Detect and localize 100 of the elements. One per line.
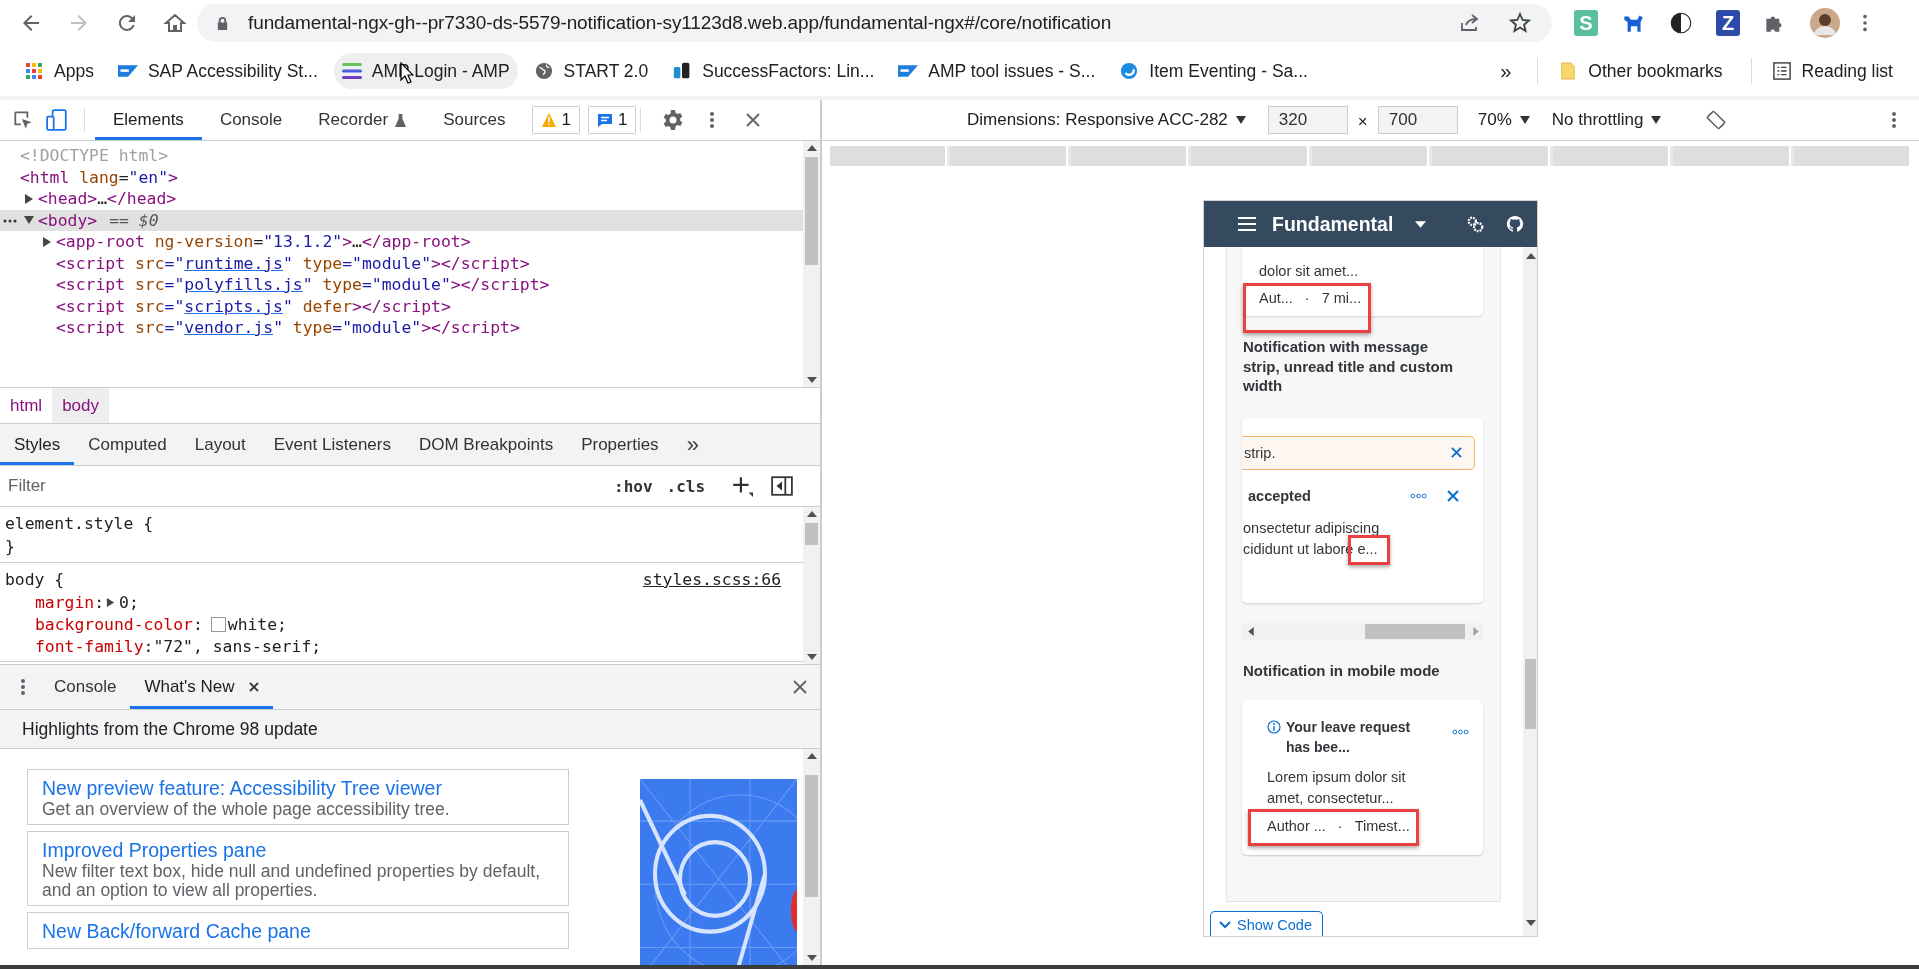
other-bookmarks-folder[interactable]: Other bookmarks [1550, 53, 1731, 89]
devtools-tab[interactable]: Recorder [300, 100, 426, 140]
show-code-button[interactable]: Show Code [1210, 911, 1323, 936]
scroll-up-icon[interactable] [806, 753, 817, 759]
more-options-icon[interactable] [709, 110, 716, 130]
sidebar-tab[interactable]: Properties [567, 424, 673, 465]
devtools-tab[interactable]: Console [201, 100, 301, 140]
more-options-icon[interactable] [20, 677, 26, 697]
close-icon[interactable] [792, 679, 808, 695]
expand-arrow-icon[interactable] [42, 236, 52, 247]
dom-row[interactable]: <script src="scripts.js" defer></script> [0, 295, 803, 317]
devtools-tab[interactable]: Elements [95, 100, 202, 140]
extension-button[interactable]: Z [1716, 10, 1740, 36]
scroll-up-icon[interactable] [806, 511, 817, 517]
more-options-icon[interactable] [1891, 110, 1897, 130]
zoom-dropdown[interactable]: 70% [1477, 110, 1530, 130]
dom-row[interactable]: <script src="vendor.js" type="module"></script> [0, 317, 803, 338]
app-title[interactable]: Fundamental [1272, 212, 1394, 236]
bookmarks-overflow-button[interactable]: » [1500, 59, 1512, 83]
close-icon[interactable] [248, 682, 259, 692]
scroll-left-icon[interactable] [1248, 626, 1254, 636]
bookmark-label[interactable]: SAP Accessibility St... [147, 60, 318, 82]
expand-arrow-icon[interactable] [24, 193, 34, 204]
bookmark-label[interactable]: START 2.0 [563, 60, 649, 82]
devtools-tab[interactable]: Sources [425, 100, 524, 140]
menu-icon[interactable] [1862, 12, 1868, 34]
feature-card[interactable]: Improved Properties pane New filter text box, hide null and undefined properties by default, and an option to view all properties. [27, 831, 569, 906]
scrollbar[interactable] [1523, 247, 1537, 936]
scrollbar[interactable] [803, 749, 820, 965]
more-icon[interactable] [1452, 729, 1469, 735]
feature-card[interactable]: New Back/forward Cache pane [27, 912, 569, 949]
bookmark[interactable]: Apps [16, 53, 102, 89]
expand-arrow-icon[interactable] [24, 215, 34, 225]
dom-row[interactable]: <html lang="en"> [0, 166, 803, 188]
bookmark-label[interactable]: Item Eventing - Sa... [1149, 60, 1308, 82]
toggle-button[interactable]: .cls [666, 476, 706, 496]
file-link[interactable]: scripts.js [184, 296, 283, 316]
dom-row[interactable]: <script src="runtime.js" type="module"></script> [0, 252, 803, 274]
scroll-down-icon[interactable] [806, 955, 817, 961]
scroll-down-icon[interactable] [806, 377, 817, 383]
contrast-icon[interactable] [1668, 10, 1694, 36]
star-icon[interactable] [1508, 11, 1532, 35]
messages-badge[interactable]: 1 [588, 106, 637, 134]
toggle-button[interactable]: :hov [614, 476, 653, 496]
dom-row[interactable]: <app-root ng-version="13.1.2">…</app-root> [0, 231, 803, 252]
width-field[interactable]: 320 [1267, 106, 1348, 134]
file-link[interactable]: runtime.js [184, 253, 283, 273]
dimensions-dropdown[interactable]: Dimensions: Responsive ACC-282 [967, 110, 1246, 130]
bookmark-label[interactable]: Apps [54, 60, 94, 82]
drawer-tab[interactable]: Console [40, 665, 131, 709]
close-icon[interactable] [745, 112, 762, 128]
reading-list-button[interactable]: Reading list [1763, 53, 1901, 89]
file-link[interactable]: polyfills.js [184, 275, 303, 294]
more-tabs-button[interactable]: » [686, 431, 699, 458]
scrollbar-thumb[interactable] [805, 523, 818, 545]
color-swatch[interactable] [210, 616, 226, 632]
avatar-icon[interactable] [1810, 8, 1840, 38]
settings-icon[interactable] [1466, 215, 1484, 233]
feature-card[interactable]: New preview feature: Accessibility Tree viewer Get an overview of the whole page accessibility tree. [27, 769, 569, 825]
sidebar-tab[interactable]: DOM Breakpoints [404, 424, 568, 465]
dom-row[interactable]: <script src="polyfills.js" type="module"></script> [0, 274, 803, 295]
feature-link[interactable]: Improved Properties pane [42, 838, 554, 862]
address-bar[interactable]: fundamental-ngx-gh--pr7330-ds-5579-notification-sy1123d8.web.app/fundamental-ngx#/core/notification [197, 4, 1552, 42]
scroll-up-icon[interactable] [1525, 253, 1536, 259]
scroll-up-icon[interactable] [806, 145, 817, 151]
scrollbar[interactable] [803, 507, 820, 664]
sidebar-tab[interactable]: Layout [180, 424, 260, 465]
bookmark-label[interactable]: Reading list [1801, 60, 1893, 82]
throttling-dropdown[interactable]: No throttling [1551, 110, 1662, 130]
height-field[interactable]: 700 [1377, 106, 1458, 134]
scrollbar-thumb[interactable] [1365, 623, 1465, 639]
breadcrumb[interactable]: html [0, 388, 53, 423]
bookmark-label[interactable]: SuccessFactors: Lin... [702, 60, 875, 82]
inspect-element-icon[interactable] [12, 109, 34, 131]
sidebar-tab[interactable]: Event Listeners [259, 424, 405, 465]
scrollbar[interactable] [803, 141, 820, 387]
scroll-down-icon[interactable] [806, 654, 817, 660]
rotate-icon[interactable] [1705, 109, 1728, 131]
expand-arrow-icon[interactable] [106, 597, 116, 607]
warnings-badge[interactable]: 1 [531, 106, 580, 134]
file-link[interactable]: vendor.js [184, 318, 274, 337]
device-toggle-icon[interactable] [46, 109, 68, 131]
breadcrumb[interactable]: body [52, 388, 109, 423]
github-icon[interactable] [1506, 215, 1524, 233]
feature-link[interactable]: New Back/forward Cache pane [42, 919, 554, 943]
scrollbar-thumb[interactable] [1525, 659, 1536, 729]
bookmark-label[interactable]: AMP tool issues - S... [928, 60, 1096, 82]
dom-row[interactable]: <head>…</head> [0, 188, 803, 209]
add-rule-icon[interactable] [731, 475, 754, 497]
feature-link[interactable]: New preview feature: Accessibility Tree viewer [42, 776, 554, 800]
horizontal-scrollbar[interactable] [1242, 622, 1483, 640]
bookmark[interactable]: AMP tool issues - S... [890, 53, 1104, 89]
bookmark[interactable]: Item Eventing - Sa... [1111, 53, 1316, 89]
scrollbar-thumb[interactable] [805, 157, 818, 265]
close-icon[interactable] [1447, 489, 1459, 502]
sidebar-tab[interactable]: Computed [74, 424, 181, 465]
scrollbar-thumb[interactable] [805, 775, 818, 897]
scroll-down-icon[interactable] [1525, 920, 1536, 926]
bookmark-label[interactable]: Other bookmarks [1588, 60, 1723, 82]
caret-icon[interactable] [1415, 220, 1427, 228]
